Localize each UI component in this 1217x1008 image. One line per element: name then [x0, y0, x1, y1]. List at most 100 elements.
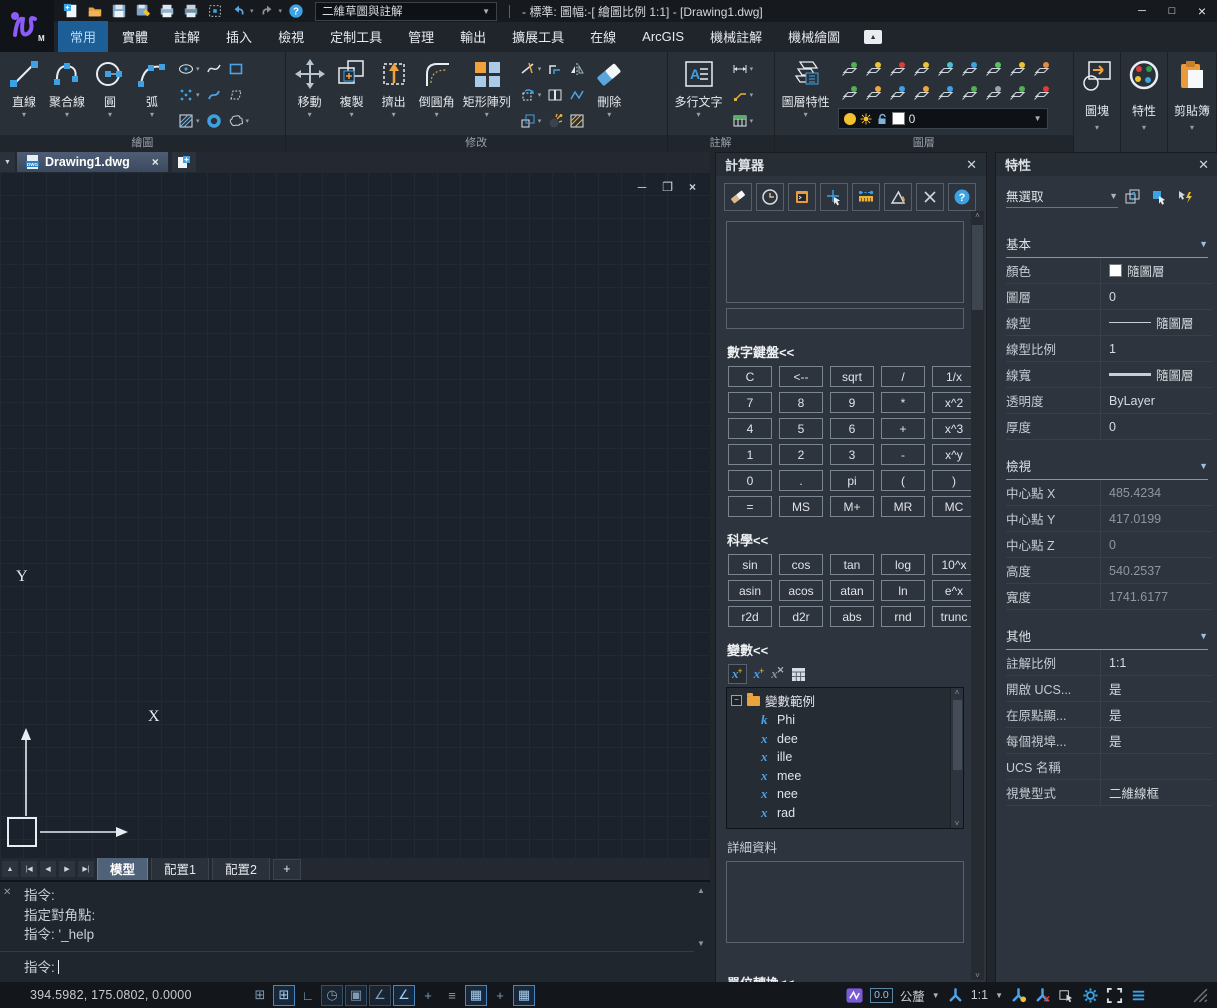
- units-format-button[interactable]: 0.0: [870, 988, 893, 1003]
- quick-select-button[interactable]: [1121, 187, 1144, 208]
- open-button[interactable]: [84, 2, 105, 20]
- layers-button[interactable]: 圖層特性▾: [778, 55, 834, 119]
- mirror-button[interactable]: [566, 56, 588, 82]
- add-layout-button[interactable]: +: [273, 859, 301, 880]
- numpad-key-sym[interactable]: +: [881, 418, 925, 439]
- erase-button[interactable]: 刪除▾: [588, 55, 630, 119]
- gstarcad-badge-icon[interactable]: [846, 987, 863, 1004]
- get-coordinates-button[interactable]: [820, 183, 848, 211]
- property-value[interactable]: 二維線框: [1101, 780, 1212, 805]
- property-value[interactable]: ByLayer: [1101, 388, 1212, 413]
- circle-button[interactable]: 圓▾: [89, 55, 131, 119]
- property-value[interactable]: 0: [1101, 532, 1212, 557]
- numpad-key-7[interactable]: 7: [728, 392, 772, 413]
- details-box[interactable]: [726, 861, 964, 943]
- property-value[interactable]: 是: [1101, 676, 1212, 701]
- chevron-down-icon[interactable]: ▾: [279, 7, 283, 15]
- mtext-button[interactable]: A多行文字▾: [671, 55, 727, 119]
- array-button[interactable]: 矩形陣列▾: [459, 55, 515, 119]
- variable-item-3[interactable]: xmee: [727, 767, 963, 786]
- scroll-up-icon[interactable]: ▲: [697, 886, 705, 895]
- object-snap-toggle[interactable]: ▣: [345, 985, 367, 1006]
- annotation-visibility-button[interactable]: [1010, 987, 1027, 1004]
- selection-box-button[interactable]: [204, 2, 225, 20]
- measure-angle-button[interactable]: [884, 183, 912, 211]
- clipboard-panel-button[interactable]: 剪貼簿▾: [1168, 52, 1217, 152]
- layer-lock-button[interactable]: [910, 57, 934, 81]
- variable-item-5[interactable]: xrad: [727, 804, 963, 823]
- calculator-history-box[interactable]: [726, 221, 964, 303]
- section-header-2[interactable]: 其他▼: [1006, 626, 1208, 650]
- numpad-key-sym[interactable]: =: [728, 496, 772, 517]
- layout-tab-1[interactable]: 配置1: [151, 856, 209, 882]
- numpad-key-M[interactable]: M+: [830, 496, 874, 517]
- polar-tracking-toggle[interactable]: ◷: [321, 985, 343, 1006]
- copy-button[interactable]: 複製▾: [331, 55, 373, 119]
- snap-mode-toggle[interactable]: ⊞: [273, 985, 295, 1006]
- edit-polyline-button[interactable]: [566, 82, 588, 108]
- layer-walk-button[interactable]: [958, 57, 982, 81]
- sci-key-asin[interactable]: asin: [728, 580, 772, 601]
- layer-copy-button[interactable]: [958, 81, 982, 105]
- fullscreen-button[interactable]: [1106, 987, 1123, 1004]
- point-button[interactable]: ▾: [175, 82, 203, 108]
- numpad-key-xy[interactable]: x^y: [932, 444, 976, 465]
- numpad-key-C[interactable]: C: [728, 366, 772, 387]
- dimension-button[interactable]: ▾: [729, 56, 757, 82]
- lineweight-display-toggle[interactable]: ≡: [441, 985, 463, 1006]
- sci-key-rnd[interactable]: rnd: [881, 606, 925, 627]
- command-prompt[interactable]: 指令:: [24, 956, 59, 976]
- chevron-down-icon[interactable]: ▾: [250, 7, 254, 15]
- panel-label-layer[interactable]: 圖層: [775, 135, 1073, 152]
- spline-cv-button[interactable]: [203, 82, 225, 108]
- edit-variable-button[interactable]: x+: [754, 665, 765, 683]
- properties-header[interactable]: 特性 ✕: [996, 153, 1217, 176]
- minimize-button[interactable]: ─: [1127, 0, 1157, 22]
- calculator-grid-icon[interactable]: [791, 667, 806, 682]
- ellipse-button[interactable]: ▾: [175, 56, 203, 82]
- variable-item-6[interactable]: xvee: [727, 822, 963, 829]
- numpad-key-6[interactable]: 6: [830, 418, 874, 439]
- variables-section-label[interactable]: 變數<<: [727, 640, 986, 659]
- app-logo[interactable]: M: [0, 0, 54, 52]
- ribbon-tab-4[interactable]: 檢視: [266, 21, 316, 53]
- units-button[interactable]: 公釐: [900, 986, 925, 1005]
- numpad-key-pi[interactable]: pi: [830, 470, 874, 491]
- palette-panel-button[interactable]: 特性▾: [1121, 52, 1168, 152]
- numpad-section-label[interactable]: 數字鍵盤<<: [727, 342, 986, 361]
- toggle-pickadd-button[interactable]: [1173, 187, 1196, 208]
- new-variable-button[interactable]: x+: [728, 664, 747, 684]
- panel-label-annotate[interactable]: 註解: [668, 135, 774, 152]
- variables-folder-row[interactable]: − 變數範例: [727, 688, 963, 711]
- sci-key-sin[interactable]: sin: [728, 554, 772, 575]
- numpad-key-sym[interactable]: .: [779, 470, 823, 491]
- transparency-display-toggle[interactable]: ▦: [465, 985, 487, 1006]
- numpad-key-MS[interactable]: MS: [779, 496, 823, 517]
- ribbon-tab-6[interactable]: 管理: [396, 21, 446, 53]
- ribbon-tab-1[interactable]: 實體: [110, 21, 160, 53]
- numpad-key-1[interactable]: 1: [728, 444, 772, 465]
- numpad-key-8[interactable]: 8: [779, 392, 823, 413]
- new-document-button[interactable]: [172, 152, 196, 172]
- explode-button[interactable]: [544, 108, 566, 134]
- layer-dropdown[interactable]: 0▼: [838, 108, 1048, 129]
- ribbon-tab-11[interactable]: 機械註解: [698, 21, 774, 53]
- layer-tag-button[interactable]: [1030, 57, 1054, 81]
- annotation-scale-icon[interactable]: [947, 987, 964, 1004]
- sci-key-ln[interactable]: ln: [881, 580, 925, 601]
- numpad-key-1x[interactable]: 1/x: [932, 366, 976, 387]
- layer-unisolate-button[interactable]: [838, 81, 862, 105]
- rectangle-button[interactable]: [225, 56, 253, 82]
- revision-cloud-button[interactable]: ▾: [225, 108, 253, 134]
- sci-key-tan[interactable]: tan: [830, 554, 874, 575]
- clear-expression-button[interactable]: [916, 183, 944, 211]
- scrollbar-thumb[interactable]: [972, 225, 983, 310]
- property-value[interactable]: [1101, 754, 1212, 779]
- save-as-button[interactable]: [132, 2, 153, 20]
- drawing-close-button[interactable]: ×: [689, 180, 696, 194]
- sci-key-d2r[interactable]: d2r: [779, 606, 823, 627]
- property-value[interactable]: 485.4234: [1101, 480, 1212, 505]
- command-scrollbar[interactable]: ▲ ▼: [695, 886, 707, 948]
- scroll-up-icon[interactable]: ˄: [955, 688, 960, 697]
- numpad-key-sym[interactable]: ): [932, 470, 976, 491]
